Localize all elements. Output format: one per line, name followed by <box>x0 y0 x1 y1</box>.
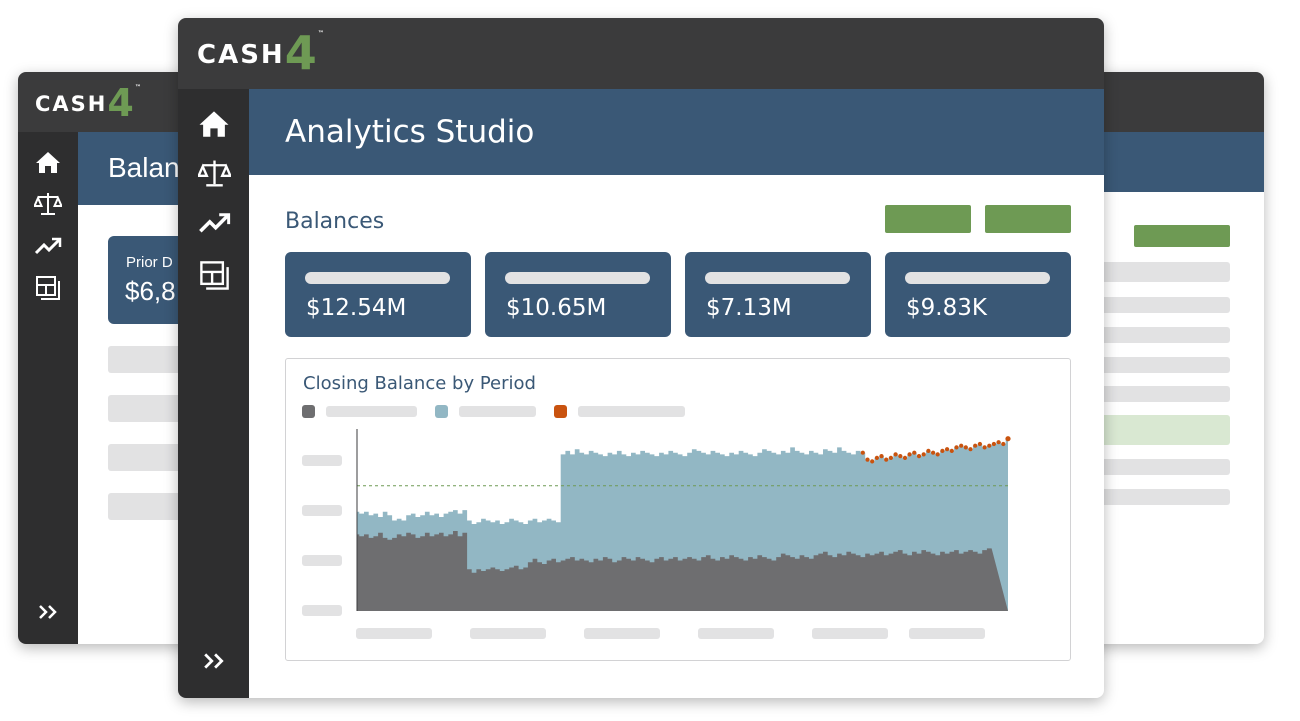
highlight-point[interactable] <box>884 457 889 462</box>
y-tick-label-placeholder <box>302 605 342 616</box>
x-tick-label-placeholder <box>356 628 432 639</box>
placeholder-row <box>1100 327 1230 343</box>
main-window: CASH 4 ™ Analytics Studio Balances $12.5… <box>178 18 1104 698</box>
kpi-label-placeholder <box>505 272 650 284</box>
kpi-label-placeholder <box>305 272 450 284</box>
action-button-2[interactable] <box>985 205 1071 233</box>
closing-balance-chart <box>302 429 1011 639</box>
kpi-value: $10.65M <box>506 295 607 321</box>
placeholder-row <box>1100 489 1230 505</box>
double-chevron-right-icon[interactable] <box>33 597 63 627</box>
highlight-point[interactable] <box>940 448 945 453</box>
y-tick-label-placeholder <box>302 505 342 516</box>
highlight-point[interactable] <box>898 454 903 459</box>
highlight-point[interactable] <box>893 452 898 457</box>
home-icon[interactable] <box>33 147 63 177</box>
highlight-point[interactable] <box>982 445 987 450</box>
section-title: Balances <box>285 209 385 234</box>
highlight-point[interactable] <box>912 450 917 455</box>
y-tick-label-placeholder <box>302 555 342 566</box>
sidebar <box>178 89 249 698</box>
x-tick-label-placeholder <box>470 628 546 639</box>
highlight-point[interactable] <box>954 445 959 450</box>
highlight-point[interactable] <box>888 455 894 460</box>
placeholder-row <box>1100 357 1230 373</box>
y-tick-label-placeholder <box>302 455 342 466</box>
highlight-point[interactable] <box>916 454 922 459</box>
x-tick-label-placeholder <box>698 628 774 639</box>
balance-scale-icon[interactable] <box>33 189 63 219</box>
action-button[interactable] <box>1134 225 1230 247</box>
trending-up-icon[interactable] <box>33 231 63 261</box>
brand-logo: CASH 4 ™ <box>197 30 324 76</box>
kpi-card[interactable]: $12.54M <box>285 252 471 337</box>
kpi-value: $6,8 <box>125 276 176 306</box>
highlight-point[interactable] <box>874 455 880 460</box>
highlighted-row <box>1100 415 1230 445</box>
placeholder-row <box>1100 297 1230 313</box>
titlebar: CASH 4 ™ <box>178 18 1104 89</box>
highlight-point[interactable] <box>963 445 968 450</box>
highlight-point[interactable] <box>907 452 912 457</box>
placeholder-row <box>1100 262 1230 282</box>
kpi-card[interactable]: $7.13M <box>685 252 871 337</box>
kpi-label: Prior D <box>126 254 173 271</box>
highlight-point[interactable] <box>968 447 973 452</box>
page-header: Analytics Studio <box>249 89 1104 175</box>
sidebar <box>18 132 78 644</box>
placeholder-row <box>1100 386 1230 402</box>
home-icon[interactable] <box>196 105 232 141</box>
kpi-card[interactable]: $10.65M <box>485 252 671 337</box>
logo-digit: 4 <box>107 81 134 125</box>
layout-grid-icon[interactable] <box>33 273 63 303</box>
highlight-point[interactable] <box>987 443 992 448</box>
logo-trademark: ™ <box>134 84 141 91</box>
kpi-label-placeholder <box>705 272 850 284</box>
highlight-point[interactable] <box>879 454 884 459</box>
highlight-point[interactable] <box>973 443 978 448</box>
page-title: Analytics Studio <box>285 114 535 150</box>
highlight-point[interactable] <box>991 441 997 447</box>
kpi-value: $7.13M <box>706 295 792 321</box>
x-tick-label-placeholder <box>909 628 985 639</box>
kpi-card[interactable]: $9.83K <box>885 252 1071 337</box>
highlight-point[interactable] <box>865 457 870 462</box>
highlight-point[interactable] <box>945 447 950 452</box>
logo-trademark: ™ <box>317 30 324 37</box>
x-tick-label-placeholder <box>812 628 888 639</box>
highlight-point[interactable] <box>921 452 926 457</box>
highlight-point[interactable] <box>926 448 931 453</box>
highlight-point[interactable] <box>860 450 865 455</box>
highlight-point[interactable] <box>1001 441 1006 447</box>
page-title: Balan <box>108 152 180 183</box>
highlight-point[interactable] <box>977 441 983 447</box>
logo-digit: 4 <box>284 26 317 80</box>
action-button-1[interactable] <box>885 205 971 233</box>
highlight-point[interactable] <box>870 459 875 464</box>
x-tick-label-placeholder <box>584 628 660 639</box>
kpi-label-placeholder <box>905 272 1050 284</box>
highlight-point[interactable] <box>1005 436 1011 442</box>
highlight-point[interactable] <box>935 452 940 457</box>
layout-grid-icon[interactable] <box>196 257 232 293</box>
trending-up-icon[interactable] <box>196 205 232 241</box>
placeholder-row <box>1100 459 1230 475</box>
balance-scale-icon[interactable] <box>196 155 232 191</box>
highlight-point[interactable] <box>931 450 936 455</box>
double-chevron-right-icon[interactable] <box>196 643 232 679</box>
highlight-point[interactable] <box>902 455 908 460</box>
kpi-value: $9.83K <box>906 295 987 321</box>
brand-logo: CASH 4 ™ <box>35 84 141 122</box>
logo-word: CASH <box>197 40 285 70</box>
kpi-value: $12.54M <box>306 295 407 321</box>
highlight-point[interactable] <box>959 443 964 448</box>
chart-panel: Closing Balance by Period <box>285 358 1071 661</box>
logo-word: CASH <box>35 92 108 116</box>
highlight-point[interactable] <box>996 440 1001 445</box>
highlight-point[interactable] <box>949 448 954 453</box>
